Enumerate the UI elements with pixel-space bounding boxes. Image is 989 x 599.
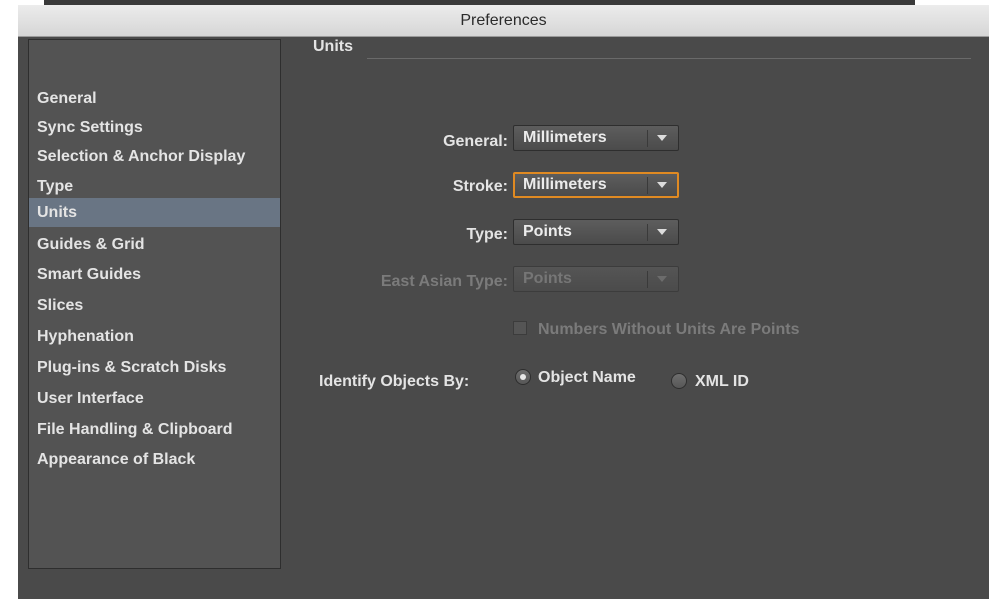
- dropdown-separator: [647, 130, 648, 147]
- dropdown-separator: [647, 271, 648, 288]
- sidebar-item-guides-grid[interactable]: Guides & Grid: [29, 230, 280, 259]
- identify-objects-label: Identify Objects By:: [319, 373, 470, 390]
- sidebar-item-plugins-scratch-disks[interactable]: Plug-ins & Scratch Disks: [29, 353, 280, 382]
- general-units-label: General:: [443, 133, 508, 150]
- object-name-radio[interactable]: [515, 369, 531, 385]
- dropdown-separator: [647, 224, 648, 241]
- chevron-down-icon: [657, 182, 667, 188]
- sidebar-item-file-handling-clipboard[interactable]: File Handling & Clipboard: [29, 415, 280, 444]
- sidebar-item-sync-settings[interactable]: Sync Settings: [29, 113, 280, 142]
- chevron-down-icon: [657, 276, 667, 282]
- object-name-option-label[interactable]: Object Name: [538, 369, 636, 387]
- general-units-dropdown[interactable]: Millimeters: [513, 125, 679, 151]
- type-units-label: Type:: [466, 226, 508, 243]
- sidebar-item-user-interface[interactable]: User Interface: [29, 384, 280, 413]
- title-bar: Preferences: [18, 5, 989, 37]
- sidebar-item-general[interactable]: General: [29, 84, 280, 113]
- section-divider: [367, 58, 971, 59]
- sidebar-item-type[interactable]: Type: [29, 172, 280, 201]
- east-asian-type-value: Points: [523, 270, 572, 287]
- sidebar-item-units[interactable]: Units: [29, 198, 280, 227]
- preferences-sidebar: General Sync Settings Selection & Anchor…: [28, 39, 281, 569]
- east-asian-type-dropdown[interactable]: Points: [513, 266, 679, 292]
- numbers-without-units-label: Numbers Without Units Are Points: [538, 321, 800, 338]
- type-units-value: Points: [523, 223, 572, 240]
- window-title: Preferences: [460, 12, 547, 29]
- sidebar-item-smart-guides[interactable]: Smart Guides: [29, 260, 280, 289]
- sidebar-item-appearance-of-black[interactable]: Appearance of Black: [29, 445, 280, 474]
- sidebar-item-slices[interactable]: Slices: [29, 291, 280, 320]
- type-units-dropdown[interactable]: Points: [513, 219, 679, 245]
- numbers-without-units-checkbox[interactable]: [513, 321, 527, 335]
- dropdown-separator: [647, 177, 648, 194]
- chevron-down-icon: [657, 229, 667, 235]
- sidebar-item-hyphenation[interactable]: Hyphenation: [29, 322, 280, 351]
- stroke-units-dropdown[interactable]: Millimeters: [513, 172, 679, 198]
- stroke-units-value: Millimeters: [523, 176, 607, 193]
- xml-id-option-label[interactable]: XML ID: [695, 373, 749, 391]
- section-title: Units: [313, 38, 353, 55]
- xml-id-radio[interactable]: [671, 373, 687, 389]
- chevron-down-icon: [657, 135, 667, 141]
- general-units-value: Millimeters: [523, 129, 607, 146]
- radio-selected-dot: [520, 374, 526, 380]
- sidebar-item-selection-anchor-display[interactable]: Selection & Anchor Display: [29, 142, 280, 171]
- east-asian-type-label: East Asian Type:: [380, 273, 508, 290]
- stroke-units-label: Stroke:: [452, 178, 508, 195]
